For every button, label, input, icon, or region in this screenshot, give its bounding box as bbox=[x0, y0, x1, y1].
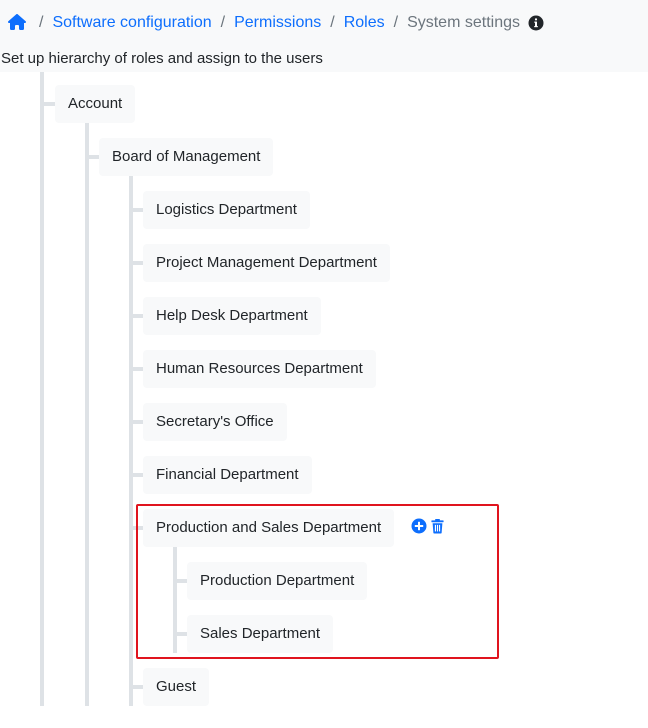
tree-line bbox=[129, 473, 143, 477]
tree-node-human-resources-department[interactable]: Human Resources Department bbox=[143, 350, 376, 388]
tree-node-project-management-department[interactable]: Project Management Department bbox=[143, 244, 390, 282]
breadcrumb-separator: / bbox=[39, 14, 44, 31]
breadcrumb-roles[interactable]: Roles bbox=[344, 14, 385, 32]
breadcrumb-permissions[interactable]: Permissions bbox=[234, 14, 321, 32]
breadcrumb: / Software configuration / Permissions /… bbox=[0, 0, 648, 46]
breadcrumb-separator: / bbox=[220, 14, 226, 31]
tree-line bbox=[129, 367, 143, 371]
page-description: Set up hierarchy of roles and assign to … bbox=[0, 46, 648, 72]
tree-line bbox=[129, 261, 143, 265]
breadcrumb-separator: / bbox=[330, 14, 335, 31]
tree-node-help-desk-department[interactable]: Help Desk Department bbox=[143, 297, 321, 335]
info-circle-icon[interactable] bbox=[528, 15, 544, 31]
tree-line bbox=[129, 314, 143, 318]
tree-node-financial-department[interactable]: Financial Department bbox=[143, 456, 312, 494]
tree-line bbox=[40, 102, 55, 106]
tree-line bbox=[85, 123, 89, 706]
home-icon[interactable] bbox=[8, 13, 26, 31]
tree-line bbox=[129, 208, 143, 212]
breadcrumb-current: System settings bbox=[407, 14, 520, 31]
breadcrumb-software-configuration[interactable]: Software configuration bbox=[52, 14, 211, 32]
tree-line bbox=[129, 685, 143, 689]
tree-node-account[interactable]: Account bbox=[55, 85, 136, 123]
page: / Software configuration / Permissions /… bbox=[0, 0, 648, 728]
tree-node-logistics-department[interactable]: Logistics Department bbox=[143, 191, 310, 229]
selection-highlight bbox=[136, 504, 499, 659]
tree-node-secretarys-office[interactable]: Secretary's Office bbox=[143, 403, 287, 441]
tree-line bbox=[129, 420, 143, 424]
breadcrumb-separator: / bbox=[393, 14, 399, 31]
tree-node-guest[interactable]: Guest bbox=[143, 668, 210, 706]
tree-line bbox=[40, 72, 44, 706]
tree-node-board-of-management[interactable]: Board of Management bbox=[99, 138, 274, 176]
tree-line bbox=[129, 176, 133, 706]
tree-line bbox=[85, 155, 99, 159]
